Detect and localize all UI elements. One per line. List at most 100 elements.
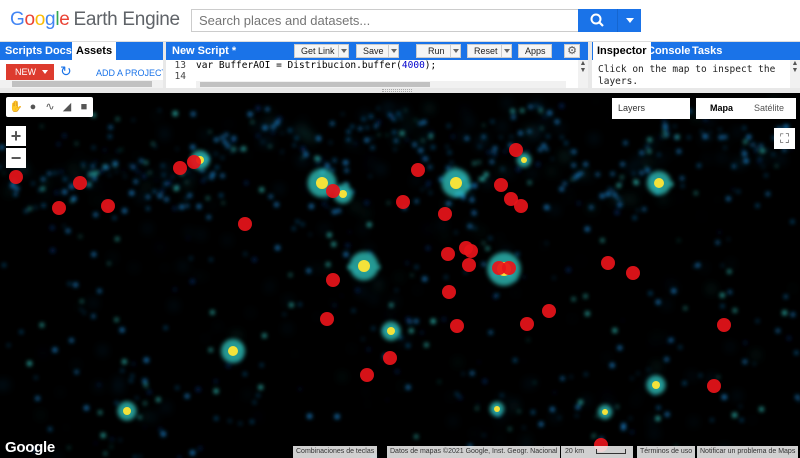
search-input[interactable] xyxy=(191,9,578,32)
light-dot xyxy=(57,142,60,146)
add-project-link[interactable]: ADD A PROJECT xyxy=(96,68,167,78)
buffer-marker[interactable] xyxy=(542,304,556,318)
scroll-up-icon[interactable]: ▲ xyxy=(578,60,588,67)
tab-console[interactable]: Console xyxy=(643,42,694,60)
scroll-thumb[interactable] xyxy=(200,82,430,87)
run-button[interactable]: Run xyxy=(416,44,461,58)
light-dot xyxy=(94,442,97,444)
drawing-toolbar: ✋ ● ∿ ◢ ■ xyxy=(6,97,93,117)
buffer-marker[interactable] xyxy=(320,312,334,326)
hand-icon[interactable]: ✋ xyxy=(9,100,23,114)
chevron-down-icon[interactable] xyxy=(388,45,398,57)
zoom-in-button[interactable]: + xyxy=(6,126,26,146)
chevron-down-icon[interactable] xyxy=(501,45,511,57)
map-type-satellite[interactable]: Satélite xyxy=(754,98,784,119)
buffer-marker[interactable] xyxy=(73,176,87,190)
buffer-marker[interactable] xyxy=(464,244,478,258)
scroll-down-icon[interactable]: ▼ xyxy=(578,67,588,74)
tab-tasks[interactable]: Tasks xyxy=(688,42,726,60)
buffer-marker[interactable] xyxy=(502,261,516,275)
buffer-marker[interactable] xyxy=(326,273,340,287)
get-link-button[interactable]: Get Link xyxy=(294,44,349,58)
marker-icon[interactable]: ● xyxy=(26,100,40,114)
chevron-down-icon[interactable] xyxy=(338,45,348,57)
buffer-marker[interactable] xyxy=(601,256,615,270)
buffer-marker[interactable] xyxy=(707,379,721,393)
polygon-icon[interactable]: ◢ xyxy=(60,100,74,114)
left-hscrollbar[interactable] xyxy=(0,80,163,88)
fullscreen-icon[interactable]: ⛶ xyxy=(774,128,795,149)
reset-button[interactable]: Reset xyxy=(467,44,512,58)
buffer-marker[interactable] xyxy=(238,217,252,231)
buffer-marker[interactable] xyxy=(9,170,23,184)
light-dot xyxy=(467,119,472,124)
buffer-marker[interactable] xyxy=(52,201,66,215)
buffer-marker[interactable] xyxy=(514,199,528,213)
light-dot xyxy=(553,415,558,420)
layers-button[interactable]: Layers xyxy=(612,98,690,119)
tab-docs[interactable]: Docs xyxy=(41,42,76,60)
buffer-marker[interactable] xyxy=(383,351,397,365)
light-dot xyxy=(600,238,605,242)
buffer-marker[interactable] xyxy=(717,318,731,332)
apps-button[interactable]: Apps xyxy=(518,44,552,58)
scroll-up-icon[interactable]: ▲ xyxy=(790,60,800,67)
tab-inspector[interactable]: Inspector xyxy=(593,42,651,60)
buffer-marker[interactable] xyxy=(396,195,410,209)
map-canvas[interactable]: ✋ ● ∿ ◢ ■ + − Layers Mapa Satélite ⛶ Goo… xyxy=(0,93,800,458)
buffer-marker[interactable] xyxy=(450,319,464,333)
light-dot xyxy=(427,106,432,111)
tab-assets[interactable]: Assets xyxy=(72,42,117,60)
search-button[interactable] xyxy=(578,9,617,32)
light-dot xyxy=(205,276,208,278)
light-dot xyxy=(637,157,641,162)
code-area[interactable]: 13 var BufferAOI = Distribucion.buffer(40… xyxy=(166,60,576,88)
map-layer[interactable] xyxy=(0,93,800,458)
scroll-down-icon[interactable]: ▼ xyxy=(790,67,800,74)
buffer-marker[interactable] xyxy=(101,199,115,213)
buffer-marker[interactable] xyxy=(438,207,452,221)
inspector-vscrollbar[interactable]: ▲ ▼ xyxy=(790,60,800,88)
buffer-marker[interactable] xyxy=(173,161,187,175)
tab-scripts[interactable]: Scripts xyxy=(1,42,46,60)
line-icon[interactable]: ∿ xyxy=(43,100,57,114)
buffer-marker[interactable] xyxy=(411,163,425,177)
code-line[interactable]: 13 var BufferAOI = Distribucion.buffer(40… xyxy=(166,60,576,71)
earth-engine-logo[interactable]: Google Earth Engine xyxy=(10,9,180,31)
light-dot xyxy=(247,154,250,157)
buffer-marker[interactable] xyxy=(360,368,374,382)
buffer-marker[interactable] xyxy=(462,258,476,272)
light-dot xyxy=(759,144,763,148)
map-type-mapa[interactable]: Mapa xyxy=(710,98,733,119)
chevron-down-icon[interactable] xyxy=(450,45,460,57)
scale-bar[interactable]: 20 km xyxy=(561,446,633,458)
keyboard-shortcuts-link[interactable]: Combinaciones de teclas xyxy=(293,446,378,458)
rectangle-icon[interactable]: ■ xyxy=(77,100,91,114)
refresh-icon[interactable]: ↻ xyxy=(60,63,72,80)
zoom-out-button[interactable]: − xyxy=(6,148,26,168)
search-options-dropdown[interactable] xyxy=(617,9,641,32)
light-dot xyxy=(384,106,390,111)
save-button[interactable]: Save xyxy=(356,44,399,58)
buffer-marker[interactable] xyxy=(520,317,534,331)
light-dot xyxy=(392,130,396,134)
light-dot xyxy=(740,418,743,422)
terms-link[interactable]: Términos de uso xyxy=(637,446,696,458)
buffer-marker[interactable] xyxy=(442,285,456,299)
light-dot xyxy=(421,188,424,191)
gear-icon[interactable]: ⚙ xyxy=(564,44,580,58)
buffer-marker[interactable] xyxy=(326,184,340,198)
report-problem-link[interactable]: Notificar un problema de Maps xyxy=(697,446,799,458)
buffer-marker[interactable] xyxy=(441,247,455,261)
buffer-marker[interactable] xyxy=(509,143,523,157)
buffer-marker[interactable] xyxy=(494,178,508,192)
buffer-marker[interactable] xyxy=(626,266,640,280)
light-dot xyxy=(97,289,102,293)
light-dot xyxy=(429,191,432,194)
buffer-marker[interactable] xyxy=(187,155,201,169)
scroll-thumb[interactable] xyxy=(12,81,152,87)
new-button[interactable]: NEW xyxy=(6,64,54,80)
code-hscrollbar[interactable] xyxy=(196,81,566,88)
code-vscrollbar[interactable]: ▲ ▼ xyxy=(578,60,588,88)
light-dot xyxy=(483,434,485,437)
